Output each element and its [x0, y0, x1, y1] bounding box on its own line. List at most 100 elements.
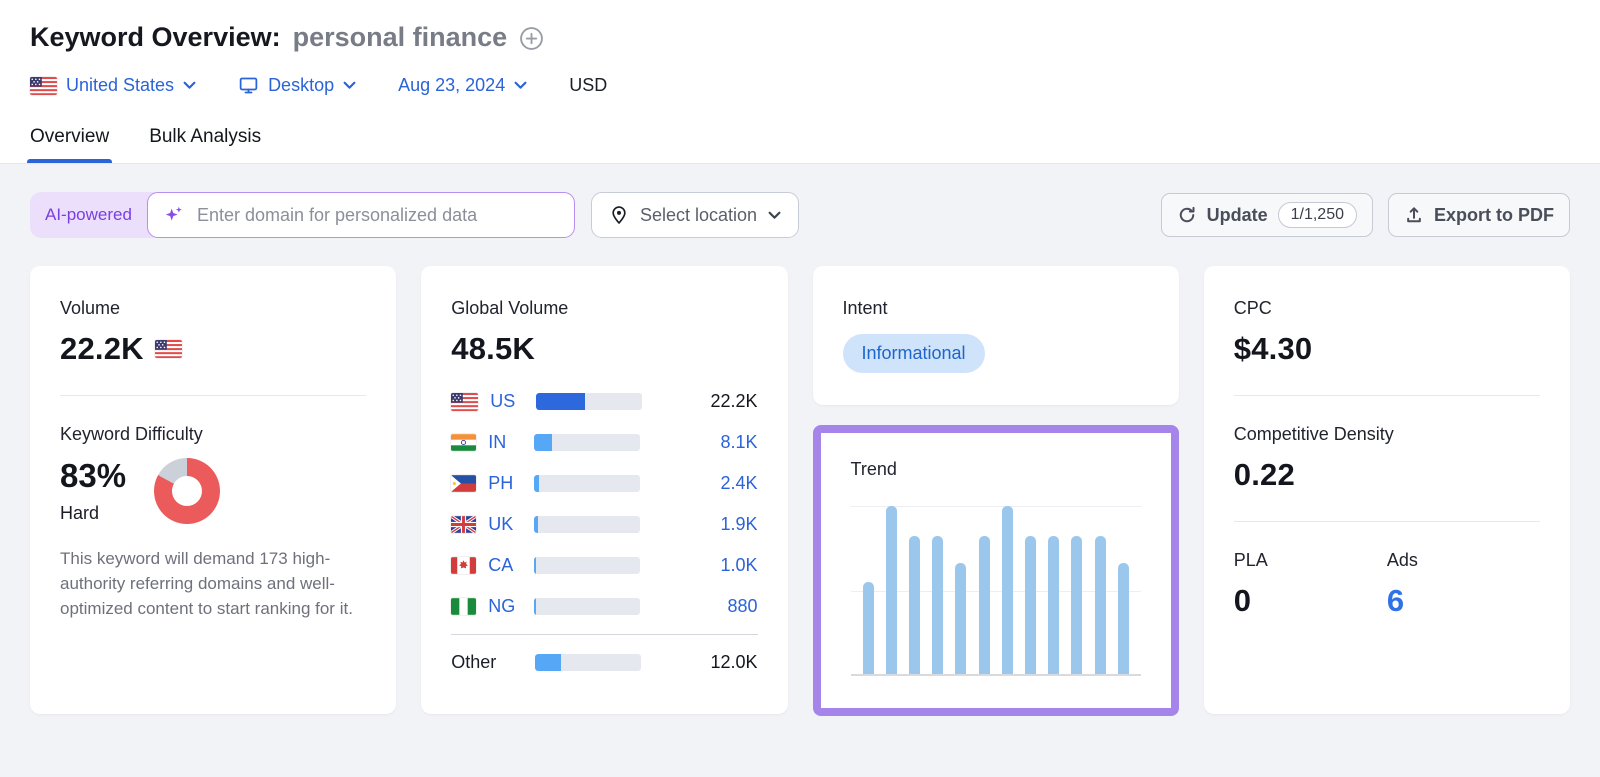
trend-bar	[1025, 536, 1036, 674]
country-code-link[interactable]: CA	[488, 555, 534, 576]
toolbar: AI-powered Select location	[30, 192, 1570, 238]
country-volume-value: 22.2K	[642, 391, 757, 412]
domain-input[interactable]	[195, 204, 559, 227]
trend-label: Trend	[851, 459, 1141, 480]
global-volume-label: Global Volume	[451, 298, 757, 319]
keyword-difficulty-description: This keyword will demand 173 high-author…	[60, 546, 366, 621]
other-volume-bar	[535, 654, 641, 671]
trend-bar	[863, 582, 874, 674]
tab-bulk-analysis[interactable]: Bulk Analysis	[149, 126, 261, 163]
other-label: Other	[451, 652, 535, 673]
flag-gb-icon	[451, 516, 476, 533]
global-volume-row: NG 880	[451, 586, 757, 627]
country-volume-bar	[536, 393, 642, 410]
other-volume-value: 12.0K	[641, 652, 757, 673]
domain-input-box[interactable]	[147, 192, 575, 238]
country-volume-value[interactable]: 2.4K	[640, 473, 757, 494]
select-location-label: Select location	[640, 205, 757, 226]
trend-bar	[1048, 536, 1059, 674]
ads-value[interactable]: 6	[1387, 583, 1404, 619]
country-volume-bar-fill	[534, 475, 539, 492]
country-filter[interactable]: United States	[30, 75, 196, 96]
country-volume-bar-fill	[534, 434, 552, 451]
export-label: Export to PDF	[1434, 205, 1554, 226]
trend-card: Trend	[821, 433, 1171, 708]
other-row-divider	[451, 634, 757, 635]
global-volume-rows: US 22.2K IN 8.1K PH 2.4K UK 1.9K CA 1.0K NG 880	[451, 381, 757, 627]
ads-label: Ads	[1387, 550, 1540, 571]
trend-bar	[886, 506, 897, 674]
country-code-link[interactable]: UK	[488, 514, 534, 535]
country-filter-label: United States	[66, 75, 174, 96]
trend-highlight-outline: Trend	[813, 425, 1179, 716]
chevron-down-icon	[768, 211, 781, 220]
date-filter[interactable]: Aug 23, 2024	[398, 75, 527, 96]
trend-bar	[1118, 563, 1129, 674]
date-filter-label: Aug 23, 2024	[398, 75, 505, 96]
add-keyword-icon[interactable]	[519, 26, 544, 51]
country-code-link[interactable]: US	[490, 391, 536, 412]
export-icon	[1404, 205, 1424, 225]
select-location-button[interactable]: Select location	[591, 192, 799, 238]
refresh-icon	[1177, 205, 1197, 225]
update-counter-badge: 1/1,250	[1278, 202, 1357, 228]
trend-bar	[932, 536, 943, 674]
intent-trend-column: Intent Informational Trend	[813, 266, 1179, 716]
volume-label: Volume	[60, 298, 366, 319]
country-volume-bar-fill	[536, 393, 585, 410]
trend-bar	[955, 563, 966, 674]
sparkle-icon	[163, 204, 185, 226]
difficulty-donut-chart	[154, 458, 220, 524]
export-pdf-button[interactable]: Export to PDF	[1388, 193, 1570, 237]
page-header: Keyword Overview: personal finance Unite…	[0, 0, 1600, 164]
global-volume-row: UK 1.9K	[451, 504, 757, 545]
flag-in-icon	[451, 434, 476, 451]
country-volume-value[interactable]: 8.1K	[640, 432, 757, 453]
country-volume-bar-fill	[534, 557, 536, 574]
tabs-bar: Overview Bulk Analysis	[30, 126, 1570, 163]
keyword-difficulty-value: 83%	[60, 457, 126, 495]
desktop-icon	[238, 75, 259, 96]
cpc-label: CPC	[1234, 298, 1540, 319]
global-volume-row: PH 2.4K	[451, 463, 757, 504]
country-code-link[interactable]: IN	[488, 432, 534, 453]
flag-us-icon	[30, 77, 57, 95]
flag-ca-icon	[451, 557, 476, 574]
country-volume-bar	[534, 557, 640, 574]
tab-overview[interactable]: Overview	[30, 126, 109, 163]
device-filter[interactable]: Desktop	[238, 75, 356, 96]
global-volume-other-row: Other 12.0K	[451, 642, 757, 683]
competitive-density-value: 0.22	[1234, 457, 1295, 493]
trend-bar	[1002, 506, 1013, 674]
global-volume-row: IN 8.1K	[451, 422, 757, 463]
country-code-link[interactable]: NG	[488, 596, 534, 617]
trend-bar	[1071, 536, 1082, 674]
intent-badge[interactable]: Informational	[843, 334, 985, 373]
other-volume-bar-fill	[535, 654, 561, 671]
country-volume-bar	[534, 434, 640, 451]
country-volume-bar	[534, 516, 640, 533]
volume-value: 22.2K	[60, 331, 144, 367]
page-keyword: personal finance	[293, 22, 508, 53]
card-divider	[60, 395, 366, 396]
country-volume-value[interactable]: 1.0K	[640, 555, 757, 576]
card-divider	[1234, 521, 1540, 522]
ai-domain-group: AI-powered	[30, 192, 575, 238]
country-volume-bar	[534, 475, 640, 492]
volume-difficulty-card: Volume 22.2K Keyword Difficulty 83% Hard…	[30, 266, 396, 714]
chevron-down-icon	[183, 81, 196, 90]
update-button[interactable]: Update 1/1,250	[1161, 193, 1373, 237]
cpc-card: CPC $4.30 Competitive Density 0.22 PLA 0…	[1204, 266, 1570, 714]
country-volume-bar-fill	[534, 516, 538, 533]
country-code-link[interactable]: PH	[488, 473, 534, 494]
keyword-overview-page: Keyword Overview: personal finance Unite…	[0, 0, 1600, 777]
country-volume-value[interactable]: 880	[640, 596, 757, 617]
global-volume-card: Global Volume 48.5K US22.2KIN8.1KPH2.4KU…	[421, 266, 787, 714]
competitive-density-label: Competitive Density	[1234, 424, 1540, 445]
update-label: Update	[1207, 205, 1268, 226]
page-title: Keyword Overview:	[30, 22, 281, 53]
country-volume-value[interactable]: 1.9K	[640, 514, 757, 535]
flag-ph-icon	[451, 475, 476, 492]
trend-axis-baseline	[851, 674, 1141, 676]
chevron-down-icon	[343, 81, 356, 90]
